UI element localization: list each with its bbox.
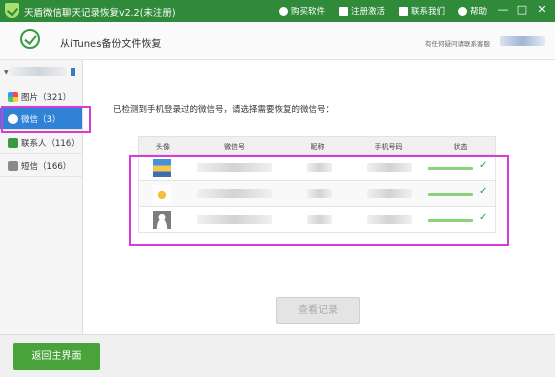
key-icon [339, 6, 348, 16]
mail-icon [399, 6, 408, 16]
highlight-box-sidebar [1, 106, 91, 133]
buy-software-label: 购买软件 [291, 7, 326, 17]
help-icon [458, 6, 467, 16]
back-to-main-button[interactable]: 返回主界面 [13, 343, 100, 370]
sidebar-item-photos[interactable]: 图片（321） [0, 86, 82, 108]
column-wechat-id: 微信号 [224, 143, 245, 151]
sidebar-item-label: 图片（321） [21, 92, 72, 103]
photos-icon [8, 91, 18, 102]
column-avatar: 头像 [156, 143, 170, 151]
device-name-blurred [10, 67, 67, 76]
window-title: 天盾微信聊天记录恢复v2.2(未注册) [24, 8, 176, 19]
page-title: 从iTunes备份文件恢复 [60, 39, 162, 50]
support-contact-blurred[interactable] [500, 36, 545, 46]
minimize-button[interactable]: — [496, 3, 510, 17]
sidebar-item-sms[interactable]: 短信（166） [0, 155, 82, 177]
view-records-button[interactable]: 查看记录 [276, 297, 360, 324]
device-indicator-icon [71, 68, 75, 76]
sidebar-item-contacts[interactable]: 联系人（116） [0, 132, 82, 154]
contacts-icon [8, 137, 18, 148]
column-status: 状态 [453, 143, 468, 151]
help-link[interactable]: 帮助 [458, 5, 487, 17]
notice-text: 已检测到手机登录过的微信号，请选择需要恢复的微信号： [113, 105, 335, 115]
contact-label: 联系我们 [411, 7, 446, 17]
table-header: 头像 微信号 昵称 手机号码 状态 [138, 136, 496, 155]
column-nickname: 昵称 [310, 143, 325, 151]
device-selector[interactable]: ▼ [0, 62, 82, 82]
register-link[interactable]: 注册激活 [339, 5, 385, 17]
highlight-box-table [129, 155, 509, 246]
help-label: 帮助 [470, 7, 488, 17]
app-logo-icon [5, 3, 19, 18]
buy-software-link[interactable]: 购买软件 [279, 5, 325, 17]
title-bar: 天盾微信聊天记录恢复v2.2(未注册) 购买软件 注册激活 联系我们 帮助 — … [0, 0, 555, 22]
register-label: 注册激活 [351, 7, 386, 17]
close-button[interactable]: ✕ [535, 3, 549, 17]
cart-icon [279, 6, 288, 16]
dropdown-arrow-icon: ▼ [4, 69, 9, 76]
help-text: 有任何疑问请联系客服 [425, 40, 490, 48]
sidebar-item-label: 联系人（116） [21, 138, 80, 149]
maximize-button[interactable]: □ [515, 3, 529, 17]
column-phone: 手机号码 [374, 143, 403, 151]
sms-icon [8, 160, 18, 171]
contact-link[interactable]: 联系我们 [399, 5, 445, 17]
itunes-icon [20, 29, 40, 49]
sidebar-item-label: 短信（166） [21, 161, 72, 172]
